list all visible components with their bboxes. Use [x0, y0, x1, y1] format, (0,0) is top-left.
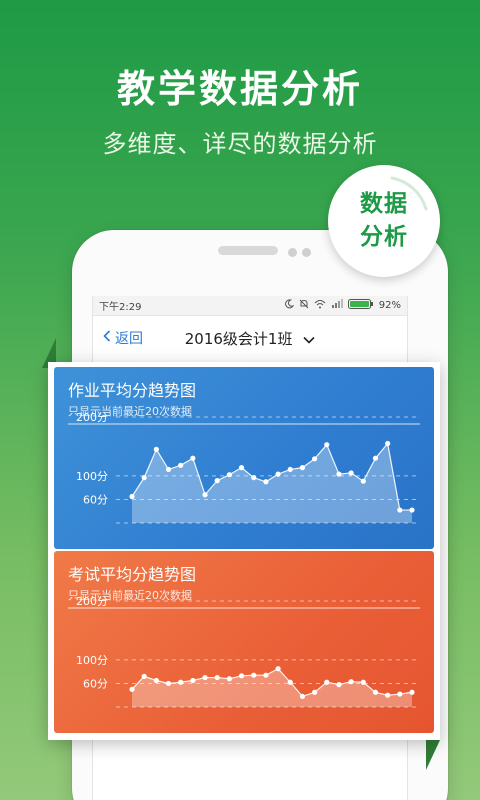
data-point [312, 689, 318, 695]
data-point [263, 672, 269, 678]
data-point [263, 479, 269, 485]
chevron-left-icon [103, 330, 111, 346]
data-point [385, 440, 391, 447]
data-point [190, 455, 196, 461]
data-point [129, 686, 135, 692]
data-point [324, 679, 330, 685]
data-point [348, 470, 354, 476]
data-point [153, 446, 159, 452]
back-button[interactable]: 返回 [103, 328, 143, 348]
data-point [153, 677, 159, 684]
data-point [165, 680, 172, 687]
battery-percent: 92% [378, 300, 401, 311]
y-tick-label: 100分 [76, 654, 108, 667]
data-point [178, 462, 184, 468]
class-title: 2016级会计1班 [184, 329, 293, 348]
phone-camera [288, 248, 297, 257]
data-point [336, 471, 342, 477]
data-point [178, 679, 184, 685]
data-point [287, 679, 293, 685]
y-tick-label: 200分 [76, 595, 108, 608]
wifi-icon [314, 299, 326, 312]
status-time: 下午2:29 [99, 302, 142, 313]
phone-sensor [302, 248, 311, 257]
headline: 教学数据分析 [116, 67, 363, 111]
data-point [202, 674, 208, 681]
data-point [312, 456, 318, 462]
panel-fold-right [426, 740, 440, 770]
signal-icon [331, 299, 343, 312]
y-tick-label: 100分 [76, 470, 108, 483]
data-point [214, 478, 220, 484]
data-point [214, 674, 220, 681]
data-point [360, 478, 366, 484]
data-point [299, 465, 306, 471]
exam-chart-card: 考试平均分趋势图 只显示当前最近20次数据 200分 100分 60分 [54, 551, 434, 733]
data-point [226, 676, 232, 682]
data-point [372, 689, 379, 695]
series-area [132, 443, 412, 523]
data-point [251, 672, 257, 678]
data-point [275, 666, 281, 672]
data-point [348, 679, 354, 685]
data-point [238, 673, 245, 679]
data-point [202, 492, 208, 498]
chevron-down-icon [303, 330, 315, 348]
data-point [336, 682, 342, 688]
homework-chart-card: 作业平均分趋势图 只显示当前最近20次数据 200分 100分 60分 [54, 367, 434, 549]
exam-trend-chart: 200分 100分 60分 [68, 595, 420, 708]
y-tick-label: 200分 [76, 411, 108, 424]
data-point [251, 475, 257, 481]
data-point [372, 455, 379, 461]
data-point [238, 465, 245, 471]
data-point [226, 472, 232, 478]
subline: 多维度、详尽的数据分析 [102, 130, 378, 158]
data-point [299, 693, 306, 699]
status-bar: 下午2:29 92% [93, 296, 407, 316]
back-label: 返回 [115, 331, 143, 347]
data-point [324, 442, 330, 448]
data-point [397, 507, 403, 513]
phone-speaker [218, 246, 278, 255]
data-point [190, 677, 196, 684]
data-point [141, 673, 147, 679]
battery-icon [347, 299, 374, 312]
moon-icon [284, 299, 295, 312]
mute-icon [299, 299, 309, 312]
y-tick-label: 60分 [83, 493, 108, 506]
data-point [287, 466, 293, 473]
charts-panel: 作业平均分趋势图 只显示当前最近20次数据 200分 100分 60分 考试平均分趋… [48, 362, 440, 740]
data-point [409, 507, 415, 513]
data-point [409, 689, 415, 695]
homework-trend-chart: 200分 100分 60分 [68, 411, 420, 524]
badge-ring [390, 176, 428, 211]
y-tick-label: 60分 [83, 677, 108, 690]
data-point [275, 471, 281, 477]
data-point [385, 692, 391, 698]
nav-bar: 返回 2016级会计1班 [93, 316, 407, 360]
data-point [397, 691, 403, 697]
data-point [129, 493, 135, 500]
data-analysis-badge: 数据 分析 [328, 165, 440, 277]
data-point [165, 466, 172, 473]
data-point [360, 679, 366, 685]
data-point [141, 475, 147, 481]
